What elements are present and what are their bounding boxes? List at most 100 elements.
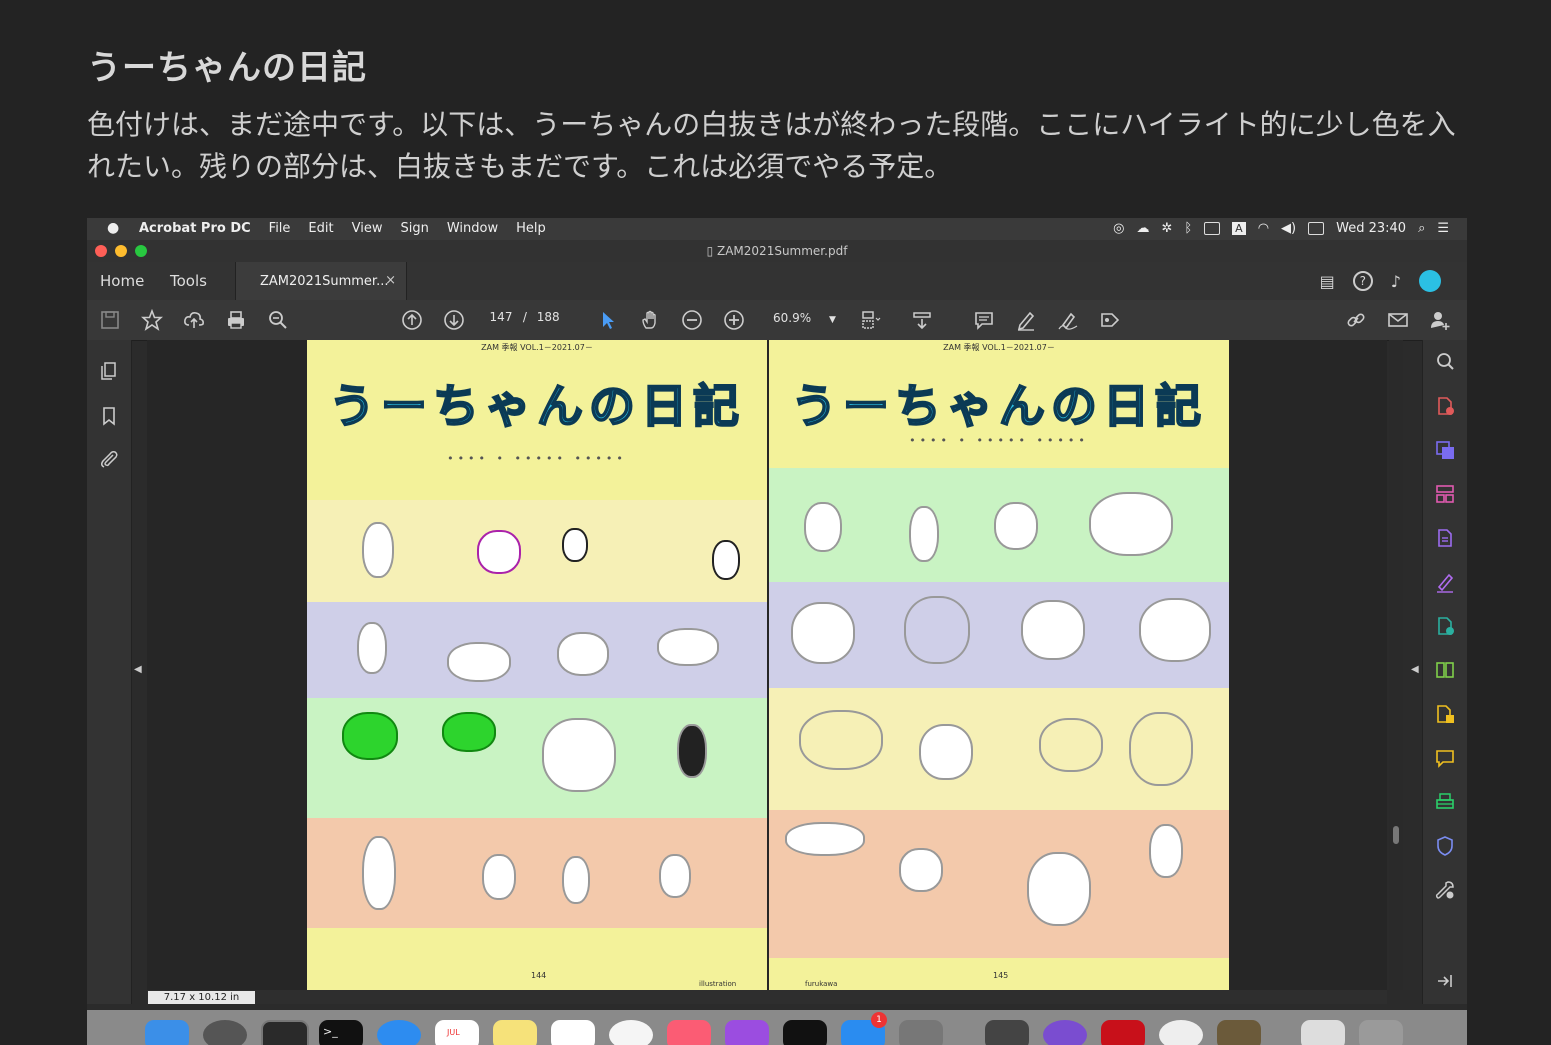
wifi-icon[interactable]: ◠: [1258, 221, 1269, 236]
keyboard-icon[interactable]: [1204, 222, 1221, 235]
scan-ocr-icon[interactable]: [1432, 789, 1458, 815]
comment-icon[interactable]: [971, 307, 997, 333]
menu-file[interactable]: File: [269, 221, 291, 236]
battery-icon[interactable]: [1308, 222, 1325, 235]
cloud-icon[interactable]: ☁: [1136, 221, 1149, 236]
zoom-search-icon[interactable]: [265, 307, 291, 333]
menu-view[interactable]: View: [352, 221, 383, 236]
chrome-icon[interactable]: [1159, 1020, 1203, 1045]
system-preferences-icon[interactable]: [899, 1020, 943, 1045]
compare-files-icon[interactable]: [1432, 657, 1458, 683]
combine-files-icon[interactable]: [1432, 701, 1458, 727]
paperclip-icon[interactable]: [96, 446, 122, 472]
collapse-tools-pane-icon[interactable]: [1432, 968, 1458, 994]
podcasts-icon[interactable]: [725, 1020, 769, 1045]
zoom-in-icon[interactable]: [721, 307, 747, 333]
character-figure: [447, 642, 511, 682]
bookmark-icon[interactable]: [96, 403, 122, 429]
current-page-input[interactable]: 147: [483, 310, 519, 324]
clock[interactable]: Wed 23:40: [1336, 221, 1406, 236]
xcode-icon[interactable]: [985, 1020, 1029, 1045]
status-items: ◎ ☁ ✲ ᛒ A ◠ ◀) Wed 23:40 ⌕ ☰: [1113, 221, 1449, 236]
photos-icon[interactable]: [609, 1020, 653, 1045]
creative-cloud-icon[interactable]: ◎: [1113, 221, 1124, 236]
activity-monitor-icon[interactable]: [261, 1020, 309, 1045]
hand-tool-icon[interactable]: [637, 307, 663, 333]
input-source-indicator[interactable]: A: [1232, 222, 1246, 235]
print-icon[interactable]: [223, 307, 249, 333]
search-zoom-icon[interactable]: [1432, 348, 1458, 374]
select-arrow-icon[interactable]: [595, 307, 621, 333]
share-link-icon[interactable]: [1343, 307, 1369, 333]
scroll-mode-icon[interactable]: [909, 307, 935, 333]
acrobat-icon[interactable]: [1101, 1020, 1145, 1045]
music-icon[interactable]: [667, 1020, 711, 1045]
menu-edit[interactable]: Edit: [308, 221, 333, 236]
highlight-pen-icon[interactable]: [1013, 307, 1039, 333]
fill-sign-icon[interactable]: [1432, 569, 1458, 595]
zoom-out-icon[interactable]: [679, 307, 705, 333]
finder-icon[interactable]: [145, 1020, 189, 1045]
vertical-scrollbar[interactable]: [1389, 340, 1403, 990]
tab-document[interactable]: ZAM2021Summer... ×: [235, 262, 407, 300]
safari-icon[interactable]: [377, 1020, 421, 1045]
menu-sign[interactable]: Sign: [400, 221, 428, 236]
control-center-icon[interactable]: ☰: [1437, 221, 1449, 236]
right-panel-collapse-icon[interactable]: ◀: [1411, 664, 1419, 675]
apple-tv-icon[interactable]: [783, 1020, 827, 1045]
more-tools-wrench-icon[interactable]: [1432, 877, 1458, 903]
previous-page-icon[interactable]: [399, 307, 425, 333]
cloud-upload-icon[interactable]: [181, 307, 207, 333]
email-icon[interactable]: [1385, 307, 1411, 333]
trash-icon[interactable]: [1359, 1020, 1403, 1045]
character-figure: [712, 540, 740, 580]
send-for-review-icon[interactable]: [1432, 613, 1458, 639]
help-icon[interactable]: ?: [1352, 271, 1373, 291]
protect-shield-icon[interactable]: [1432, 833, 1458, 859]
tab-tools[interactable]: Tools: [170, 272, 207, 290]
app-store-icon[interactable]: 1: [841, 1012, 887, 1045]
emacs-icon[interactable]: [1043, 1020, 1087, 1045]
character-figure: [799, 710, 883, 770]
bluetooth-icon[interactable]: ᛒ: [1184, 221, 1192, 236]
horizontal-scrollbar[interactable]: [147, 990, 1387, 1004]
edit-pdf-icon[interactable]: [1432, 525, 1458, 551]
page-thumbnails-icon[interactable]: [96, 358, 122, 384]
avatar[interactable]: [1419, 270, 1441, 292]
export-pdf-icon[interactable]: [1432, 437, 1458, 463]
document-view[interactable]: ZAM 季報 VOL.1－2021.07－ うーちゃんの日記 •••• • ••…: [147, 340, 1387, 990]
calendar-icon[interactable]: JUL: [435, 1020, 479, 1045]
documents-stack-icon[interactable]: [1301, 1020, 1345, 1045]
create-pdf-icon[interactable]: [1432, 393, 1458, 419]
apple-icon[interactable]: ●: [107, 220, 119, 236]
comment-bubble-icon[interactable]: ▤: [1320, 272, 1335, 291]
menu-help[interactable]: Help: [516, 221, 546, 236]
add-user-icon[interactable]: [1427, 307, 1453, 333]
spotlight-icon[interactable]: ⌕: [1418, 221, 1425, 236]
tab-home[interactable]: Home: [100, 272, 144, 290]
save-icon[interactable]: [97, 307, 123, 333]
comment-tool-icon[interactable]: [1432, 745, 1458, 771]
launchpad-icon[interactable]: [203, 1020, 247, 1045]
reminders-icon[interactable]: [551, 1020, 595, 1045]
sign-pen-icon[interactable]: [1055, 307, 1081, 333]
window-title: ▯ ZAM2021Summer.pdf: [706, 244, 848, 258]
notification-bell-icon[interactable]: ♪: [1391, 272, 1401, 291]
terminal-icon[interactable]: >_: [319, 1020, 363, 1045]
left-panel-collapse-icon[interactable]: ◀: [134, 664, 142, 675]
zoom-level-select[interactable]: 60.9% ▼: [773, 311, 836, 325]
strip-band-3: [769, 688, 1229, 810]
organize-pages-icon[interactable]: [1432, 481, 1458, 507]
star-icon[interactable]: [139, 307, 165, 333]
scroll-thumb[interactable]: [1393, 826, 1399, 844]
close-tab-icon[interactable]: ×: [385, 273, 396, 288]
gimp-icon[interactable]: [1217, 1020, 1261, 1045]
notes-icon[interactable]: [493, 1020, 537, 1045]
menu-window[interactable]: Window: [447, 221, 498, 236]
menu-app-name[interactable]: Acrobat Pro DC: [139, 221, 251, 236]
volume-icon[interactable]: ◀): [1281, 221, 1296, 236]
next-page-icon[interactable]: [441, 307, 467, 333]
stamp-tag-icon[interactable]: [1097, 307, 1123, 333]
page-layout-icon[interactable]: [857, 307, 883, 333]
sync-icon[interactable]: ✲: [1161, 221, 1172, 236]
